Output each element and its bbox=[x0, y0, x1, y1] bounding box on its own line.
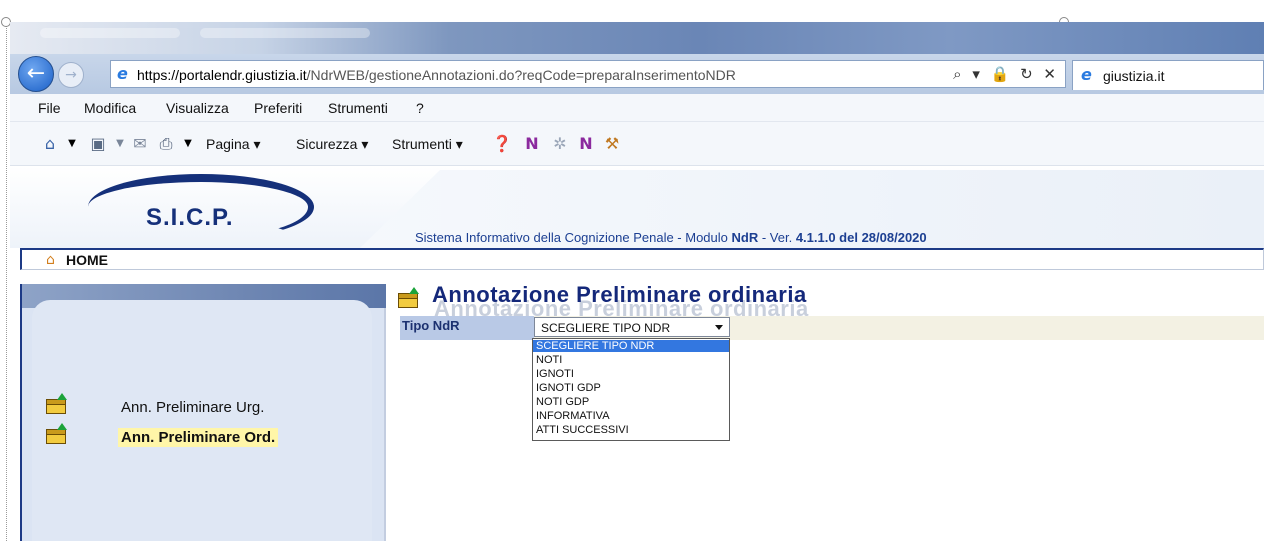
menu-file[interactable]: File bbox=[38, 100, 61, 116]
sicp-logo: S.I.C.P. bbox=[146, 204, 234, 231]
system-title-ver-label: - Ver. bbox=[758, 230, 796, 245]
home-icon[interactable]: ⌂ bbox=[46, 252, 55, 268]
browser-tab[interactable]: e giustizia.it bbox=[1072, 60, 1264, 90]
gear-icon[interactable]: ✲ bbox=[550, 134, 570, 154]
tab-title: giustizia.it bbox=[1103, 68, 1165, 84]
folder-open-icon bbox=[398, 287, 419, 308]
blurred-title-2 bbox=[200, 28, 370, 38]
url-controls[interactable]: ⌕ ▾ 🔒 ↻ ✕ bbox=[953, 65, 1059, 83]
tipo-ndr-label: Tipo NdR bbox=[402, 318, 460, 333]
chevron-down-icon-3[interactable]: ▼ bbox=[178, 134, 198, 154]
title-folder-icon bbox=[398, 287, 419, 308]
tipo-ndr-dropdown: SCEGLIERE TIPO NDR NOTI IGNOTI IGNOTI GD… bbox=[532, 338, 730, 441]
folder-open-icon bbox=[46, 423, 67, 444]
menu-modifica[interactable]: Modifica bbox=[84, 100, 136, 116]
home-link[interactable]: HOME bbox=[66, 252, 108, 268]
sidebar-item-label[interactable]: Ann. Preliminare Urg. bbox=[118, 398, 267, 417]
url-field[interactable]: e https://portalendr.giustizia.it/NdrWEB… bbox=[110, 60, 1066, 88]
onenote-icon[interactable]: N bbox=[576, 134, 596, 154]
sidebar-item-label-active[interactable]: Ann. Preliminare Ord. bbox=[118, 428, 279, 447]
pagina-menu[interactable]: Pagina ▾ bbox=[206, 136, 261, 153]
sidebar: Ann. Preliminare Urg. Ann. Preliminare O… bbox=[20, 284, 386, 541]
dropdown-option[interactable]: IGNOTI bbox=[533, 368, 729, 380]
page-title: Annotazione Preliminare ordinaria bbox=[432, 282, 807, 307]
selection-frame-left bbox=[6, 22, 7, 541]
screenshot-root: ← → e https://portalendr.giustizia.it/Nd… bbox=[0, 0, 1264, 541]
url-path: /NdrWEB/gestioneAnnotazioni.do?reqCode=p… bbox=[306, 67, 736, 83]
folder-open-icon bbox=[46, 393, 67, 414]
menu-preferiti[interactable]: Preferiti bbox=[254, 100, 302, 116]
forward-button[interactable]: → bbox=[58, 62, 84, 88]
menu-visualizza[interactable]: Visualizza bbox=[166, 100, 229, 116]
chevron-down-icon[interactable]: ▼ bbox=[62, 134, 82, 154]
command-bar: ⌂ ▼ ▣ ▼ ✉ ⎙ ▼ Pagina ▾ Sicurezza ▾ Strum… bbox=[10, 122, 1264, 166]
dropdown-option[interactable]: ATTI SUCCESSIVI bbox=[533, 424, 729, 436]
strumenti-menu[interactable]: Strumenti ▾ bbox=[392, 136, 463, 153]
browser-title-strip bbox=[10, 22, 1264, 54]
onenote-send-icon[interactable]: N bbox=[522, 134, 542, 154]
dropdown-option[interactable]: NOTI bbox=[533, 354, 729, 366]
chevron-down-icon[interactable] bbox=[715, 325, 723, 330]
system-title: Sistema Informativo della Cognizione Pen… bbox=[415, 230, 927, 245]
sicurezza-menu[interactable]: Sicurezza ▾ bbox=[296, 136, 368, 153]
print-icon[interactable]: ⎙ bbox=[156, 134, 176, 154]
menu-help[interactable]: ? bbox=[416, 100, 424, 116]
web-page: S.I.C.P. Sistema Informativo della Cogni… bbox=[10, 166, 1264, 541]
tipo-ndr-select[interactable]: SCEGLIERE TIPO NDR bbox=[534, 317, 730, 337]
menu-bar: File Modifica Visualizza Preferiti Strum… bbox=[10, 94, 1264, 122]
ie-page-icon: e bbox=[117, 64, 128, 83]
address-bar-row: ← → e https://portalendr.giustizia.it/Nd… bbox=[10, 54, 1264, 94]
home-bar: ⌂ HOME bbox=[20, 248, 1264, 270]
system-title-prefix: Sistema Informativo della Cognizione Pen… bbox=[415, 230, 732, 245]
help-icon[interactable]: ❓ bbox=[492, 134, 512, 154]
dropdown-option[interactable]: IGNOTI GDP bbox=[533, 382, 729, 394]
back-button[interactable]: ← bbox=[18, 56, 54, 92]
tipo-ndr-selected-value: SCEGLIERE TIPO NDR bbox=[541, 321, 671, 335]
menu-strumenti[interactable]: Strumenti bbox=[328, 100, 388, 116]
tipo-ndr-row: Tipo NdR SCEGLIERE TIPO NDR bbox=[400, 316, 1264, 340]
home-icon[interactable]: ⌂ bbox=[40, 134, 60, 154]
blurred-title bbox=[40, 28, 180, 38]
chevron-down-icon-2[interactable]: ▼ bbox=[110, 134, 130, 154]
tipo-ndr-label-cell: Tipo NdR bbox=[400, 316, 534, 340]
ie-tab-icon: e bbox=[1081, 65, 1092, 84]
system-version: 4.1.1.0 del 28/08/2020 bbox=[795, 230, 927, 245]
url-text: https://portalendr.giustizia.it/NdrWEB/g… bbox=[137, 67, 736, 83]
mail-icon[interactable]: ✉ bbox=[130, 134, 150, 154]
research-icon[interactable]: ⚒ bbox=[602, 134, 622, 154]
sidebar-panel bbox=[32, 300, 372, 541]
dropdown-option[interactable]: SCEGLIERE TIPO NDR bbox=[533, 340, 729, 352]
system-title-module: NdR bbox=[731, 230, 759, 245]
dropdown-option[interactable]: NOTI GDP bbox=[533, 396, 729, 408]
dropdown-option[interactable]: INFORMATIVA bbox=[533, 410, 729, 422]
url-domain: https://portalendr.giustizia.it bbox=[137, 67, 307, 83]
feeds-icon[interactable]: ▣ bbox=[88, 134, 108, 154]
